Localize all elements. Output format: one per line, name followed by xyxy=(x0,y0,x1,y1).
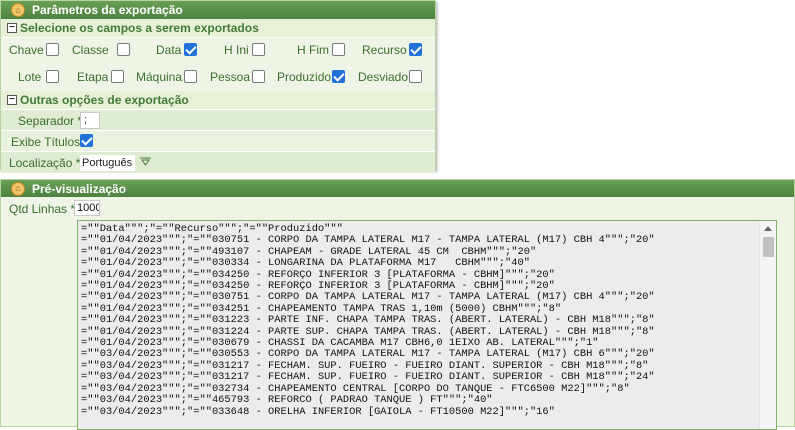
checkbox-exibe-titulos[interactable] xyxy=(80,134,93,147)
field-label-recurso: Recurso xyxy=(362,43,407,57)
field-label-maquina: Máquina xyxy=(136,70,183,84)
preview-header[interactable]: ⌂ Pré-visualização xyxy=(1,180,794,197)
checkbox-classe[interactable] xyxy=(117,43,130,56)
checkbox-produzido[interactable] xyxy=(332,70,345,83)
export-params-title: Parâmetros da exportação xyxy=(32,3,183,17)
checkbox-pessoa[interactable] xyxy=(252,70,265,83)
export-params-header[interactable]: ⌂ Parâmetros da exportação xyxy=(1,1,435,19)
qtd-linhas-input[interactable]: 1000 xyxy=(74,200,100,216)
preview-title: Pré-visualização xyxy=(32,181,127,196)
field-label-desviado: Desviado xyxy=(358,70,409,84)
locale-select[interactable]: Português xyxy=(80,155,135,171)
other-options-title: Outras opções de exportação xyxy=(20,93,189,107)
preview-line: =""03/04/2023""";"=""465793 - REFORCO ( … xyxy=(81,394,493,407)
field-label-chave: Chave xyxy=(9,43,44,57)
preview-textarea[interactable]: =""Data""";"=""Recurso""";"=""Produzido"… xyxy=(77,220,777,430)
titles-label: Exibe Títulos xyxy=(11,135,81,149)
field-label-lote: Lote xyxy=(18,70,42,84)
vertical-scrollbar[interactable] xyxy=(759,221,776,429)
qtd-linhas-label: Qtd Linhas * xyxy=(9,202,76,216)
minus-icon[interactable]: − xyxy=(7,23,17,33)
locale-row: Localização * Português xyxy=(1,152,435,174)
qtd-linhas-row: Qtd Linhas * 1000 xyxy=(1,197,794,219)
export-params-panel: ⌂ Parâmetros da exportação − Selecione o… xyxy=(0,0,436,174)
checkbox-lote[interactable] xyxy=(46,70,59,83)
fields-section-header[interactable]: − Selecione os campos a serem exportados xyxy=(1,19,435,38)
separator-input[interactable]: ; xyxy=(80,112,100,129)
fields-row-1: Chave Classe Data H Ini H Fim Recurso xyxy=(1,38,435,63)
checkbox-etapa[interactable] xyxy=(111,70,124,83)
other-options-header[interactable]: − Outras opções de exportação xyxy=(1,91,435,110)
field-label-classe: Classe xyxy=(72,43,109,57)
checkbox-recurso[interactable] xyxy=(409,43,422,56)
fields-section-title: Selecione os campos a serem exportados xyxy=(20,21,259,35)
separator-row: Separador * ; xyxy=(1,110,435,131)
field-label-etapa: Etapa xyxy=(77,70,109,84)
field-label-pessoa: Pessoa xyxy=(210,70,251,84)
dropdown-arrow-icon[interactable] xyxy=(140,157,151,166)
collapse-icon[interactable]: ⌂ xyxy=(11,3,25,17)
preview-content: =""Data""";"=""Recurso""";"=""Produzido"… xyxy=(81,223,655,418)
preview-line: =""03/04/2023""";"=""031217 - FECHAM. SU… xyxy=(81,371,655,384)
locale-label: Localização * xyxy=(9,156,81,170)
field-label-data: Data xyxy=(156,43,182,57)
field-label-h-ini: H Ini xyxy=(224,43,249,57)
checkbox-h-fim[interactable] xyxy=(332,43,345,56)
separator-label: Separador * xyxy=(18,114,83,128)
field-label-produzido: Produzido xyxy=(277,70,332,84)
preview-panel: ⌂ Pré-visualização Qtd Linhas * 1000 =""… xyxy=(0,179,795,430)
scroll-up-arrow-icon[interactable] xyxy=(764,226,772,231)
preview-line: =""01/04/2023""";"=""031223 - PARTE INF.… xyxy=(81,314,655,327)
scroll-thumb[interactable] xyxy=(763,237,774,257)
collapse-icon[interactable]: ⌂ xyxy=(11,181,25,196)
checkbox-maquina[interactable] xyxy=(184,70,197,83)
preview-line: =""01/04/2023""";"=""030334 - LONGARINA … xyxy=(81,257,530,270)
field-label-h-fim: H Fim xyxy=(297,43,329,57)
checkbox-desviado[interactable] xyxy=(409,70,422,83)
checkbox-h-ini[interactable] xyxy=(252,43,265,56)
minus-icon[interactable]: − xyxy=(7,95,17,105)
fields-row-2: Lote Etapa Máquina Pessoa Produzido Desv… xyxy=(1,63,435,88)
checkbox-chave[interactable] xyxy=(46,43,59,56)
checkbox-data[interactable] xyxy=(184,43,197,56)
titles-row: Exibe Títulos xyxy=(1,131,435,152)
preview-line: =""03/04/2023""";"=""033648 - ORELHA INF… xyxy=(81,405,555,418)
